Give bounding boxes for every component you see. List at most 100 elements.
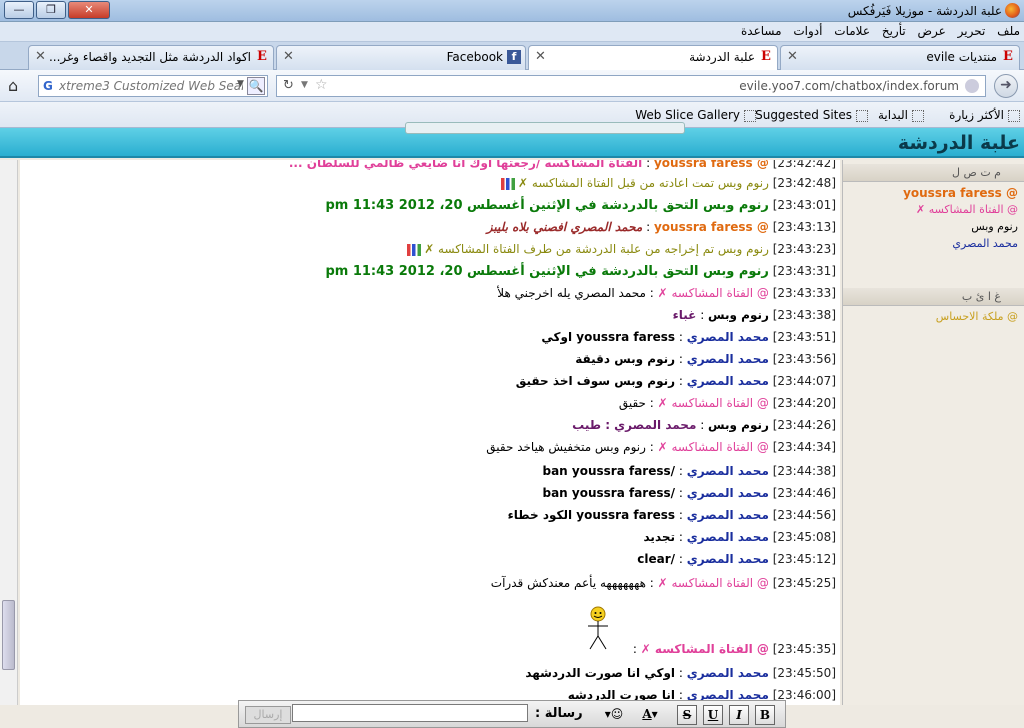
tab-chat-codes[interactable]: E اكواد الدردشة مثل التجديد واقصاء وغر..…	[28, 45, 274, 70]
message-input[interactable]	[292, 704, 528, 722]
reload-icon[interactable]: ↻	[283, 78, 294, 93]
chatbox-toolbar	[405, 122, 685, 134]
bookmark-start[interactable]: البداية	[878, 108, 924, 122]
search-input[interactable]	[59, 78, 243, 94]
message-text: رنوم وبس التحق بالدردشة في الإثنين أغسطس…	[325, 264, 769, 279]
chat-message: [23:42:48] رنوم وبس تمت اعادته من قبل ال…	[501, 174, 836, 192]
bookmark-star-icon[interactable]: ☆	[315, 77, 328, 93]
window-titlebar: علبة الدردشة - موزيلا فَيَرفُكس — ❐ ✕	[0, 0, 1024, 22]
message-author[interactable]: محمد المصري	[687, 330, 769, 344]
message-text: رنوم وبس تمت اعادته من قبل الفتاة المشاك…	[518, 176, 769, 190]
menu-file[interactable]: ملف	[993, 22, 1024, 40]
smiley-icon[interactable]: ▾☺	[599, 705, 629, 725]
message-author[interactable]: محمد المصري	[687, 552, 769, 566]
close-window-button[interactable]: ✕	[68, 1, 110, 19]
message-author[interactable]: محمد المصري	[687, 464, 769, 478]
underline-button[interactable]: U	[703, 705, 723, 725]
message-text: رنوم وبس التحق بالدردشة في الإثنين أغسطس…	[325, 198, 769, 213]
strikethrough-button[interactable]: S	[677, 705, 697, 725]
user-list-item[interactable]: @ youssra faress	[903, 186, 1018, 200]
search-engine-icon[interactable]: G	[43, 79, 57, 93]
message-author[interactable]: @ الفتاة المشاكسه ✗	[641, 642, 769, 656]
menu-tools[interactable]: أدوات	[789, 22, 826, 40]
message-text: محمد المصري : طيب	[572, 418, 697, 432]
message-text: /clear	[637, 552, 676, 566]
user-list-item[interactable]: @ ملكة الاحساس	[936, 310, 1018, 323]
close-tab-icon[interactable]: ✕	[787, 46, 798, 68]
message-text: /ban youssra faress	[542, 464, 676, 478]
tab-label: منتديات evile	[926, 50, 997, 64]
bookmark-icon	[1008, 109, 1020, 122]
italic-button[interactable]: I	[729, 705, 749, 725]
menu-edit[interactable]: تحرير	[954, 22, 990, 40]
evile-favicon-icon: E	[257, 49, 267, 64]
url-dropdown-icon[interactable]: ▼	[301, 80, 308, 90]
text-color-icon[interactable]: A▾	[635, 705, 665, 725]
message-author[interactable]: @ الفتاة المشاكسه ✗	[658, 396, 769, 410]
maximize-button[interactable]: ❐	[36, 1, 66, 19]
message-author[interactable]: محمد المصري	[687, 352, 769, 366]
search-dropdown-icon[interactable]: ▼	[237, 79, 244, 89]
chatbox-page: علبة الدردشة [23:42:42] @ youssra faress…	[0, 122, 1024, 728]
tab-bar: + E منتديات evile ✕ E علبة الدردشة ✕ f F…	[0, 42, 1024, 106]
tab-label: اكواد الدردشة مثل التجديد واقصاء وغر...	[48, 50, 251, 64]
menu-view[interactable]: عرض	[914, 22, 950, 40]
message-timestamp: [23:44:38]	[772, 464, 836, 478]
message-author[interactable]: @ الفتاة المشاكسه ✗	[658, 286, 769, 300]
bookmark-suggested-sites[interactable]: Suggested Sites	[755, 108, 868, 122]
chat-message: [23:44:07] محمد المصري : رنوم وبس سوف اخ…	[516, 372, 836, 390]
bold-button[interactable]: B	[755, 705, 775, 725]
url-text[interactable]: evile.yoo7.com/chatbox/index.forum	[739, 79, 959, 93]
site-identity-icon[interactable]	[965, 79, 979, 93]
bookmark-web-slice-gallery[interactable]: Web Slice Gallery	[635, 108, 756, 122]
tab-evile-forum[interactable]: E منتديات evile ✕	[780, 45, 1020, 70]
menu-bar: ملف تحرير عرض تأريخ علامات أدوات مساعدة	[0, 22, 1024, 42]
bookmark-most-visited[interactable]: الأكثر زيارة	[949, 108, 1020, 122]
bookmark-label: Web Slice Gallery	[635, 108, 740, 122]
message-author[interactable]: @ الفتاة المشاكسه ✗	[658, 576, 769, 590]
message-author[interactable]: رنوم وبس	[708, 418, 769, 432]
chat-messages: [23:42:42] @ youssra faress : الفتاة الم…	[20, 160, 840, 705]
tab-label: علبة الدردشة	[689, 50, 755, 64]
chat-message: [23:44:34] @ الفتاة المشاكسه ✗ : رنوم وب…	[486, 438, 836, 456]
chat-scrollbar[interactable]	[0, 160, 18, 705]
tab-facebook[interactable]: f Facebook ✕	[276, 45, 526, 70]
message-author[interactable]: @ youssra faress	[654, 160, 769, 170]
menu-history[interactable]: تأريخ	[878, 22, 910, 40]
message-text: محمد المصري افصني بلاه بليبز	[486, 220, 643, 234]
stats-icon	[501, 177, 516, 190]
menu-help[interactable]: مساعدة	[737, 22, 786, 40]
send-button[interactable]: إرسال	[245, 706, 291, 724]
message-text: هههههههه يأعم معندكش قدرآت	[490, 576, 646, 590]
menu-bookmarks[interactable]: علامات	[830, 22, 874, 40]
close-tab-icon[interactable]: ✕	[35, 46, 46, 68]
go-forward-icon[interactable]: ➜	[994, 74, 1018, 98]
search-icon[interactable]: 🔍	[247, 77, 265, 95]
message-separator: :	[645, 286, 658, 300]
user-list-item[interactable]: رنوم وبس	[971, 220, 1018, 233]
chat-message: [23:44:26] رنوم وبس : محمد المصري : طيب	[572, 416, 836, 434]
close-tab-icon[interactable]: ✕	[535, 46, 546, 68]
minimize-button[interactable]: —	[4, 1, 34, 19]
message-author[interactable]: محمد المصري	[687, 486, 769, 500]
evile-favicon-icon: E	[1003, 49, 1013, 64]
user-list-item[interactable]: @ الفتاة المشاكسه ✗	[916, 203, 1018, 216]
message-author[interactable]: محمد المصري	[687, 374, 769, 388]
message-author[interactable]: رنوم وبس	[708, 308, 769, 322]
message-separator: :	[696, 418, 709, 432]
tab-chatbox[interactable]: E علبة الدردشة ✕	[528, 45, 778, 71]
bookmark-icon	[856, 109, 868, 122]
scrollbar-thumb[interactable]	[2, 600, 15, 670]
message-text: غباء	[672, 308, 697, 322]
message-author[interactable]: @ الفتاة المشاكسه ✗	[658, 440, 769, 454]
message-author[interactable]: محمد المصري	[687, 666, 769, 680]
stats-icon	[407, 243, 422, 256]
message-author[interactable]: محمد المصري	[687, 508, 769, 522]
message-separator: :	[642, 160, 654, 170]
url-bar[interactable]: ↻ ▼ ☆ evile.yoo7.com/chatbox/index.forum	[276, 75, 986, 97]
home-icon[interactable]: ⌂	[8, 76, 18, 95]
message-author[interactable]: @ youssra faress	[654, 220, 769, 234]
close-tab-icon[interactable]: ✕	[283, 46, 294, 68]
message-author[interactable]: محمد المصري	[687, 530, 769, 544]
user-list-item[interactable]: محمد المصري	[952, 237, 1018, 250]
